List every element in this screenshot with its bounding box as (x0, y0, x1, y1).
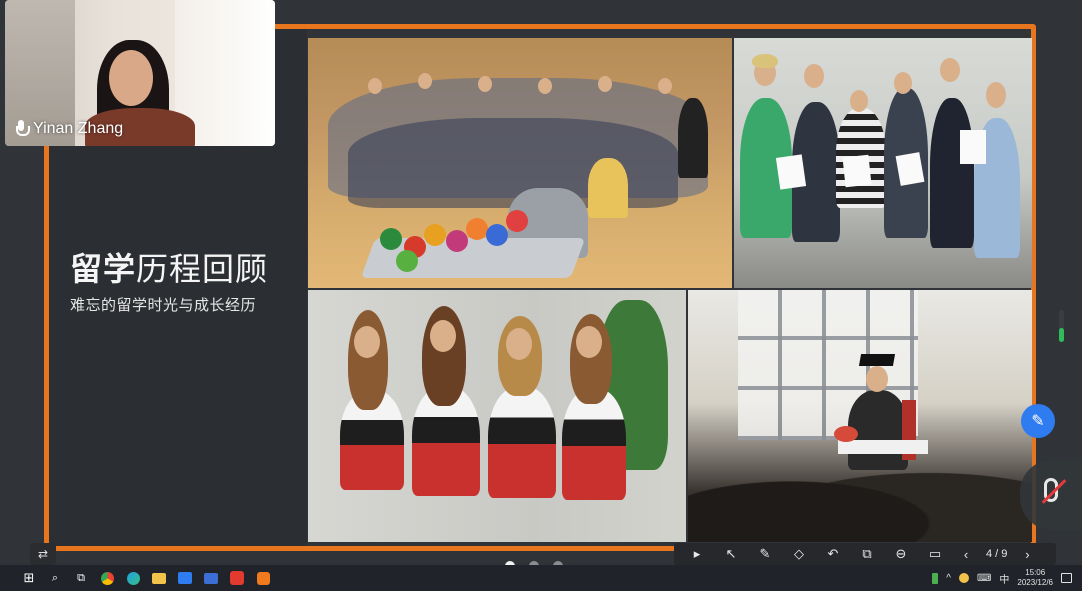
participant-video-tile[interactable]: Yinan Zhang (5, 0, 275, 146)
battery-icon[interactable] (932, 572, 939, 584)
tray-arrow-icon[interactable]: ^ (946, 573, 951, 584)
photo-certificate-group (734, 38, 1032, 288)
notification-app-icon[interactable] (958, 573, 969, 583)
media-player-icon[interactable] (252, 570, 274, 586)
pointer-icon[interactable]: ↖ (714, 546, 748, 562)
presentation-toolbar: ▸ ↖ ✎ ◇ ↶ ⧉ ⊖ ▭ ‹ 4 / 9 › (674, 543, 1056, 565)
photo-dirndl-group (308, 290, 686, 542)
clock-date: 2023/12/6 (1017, 578, 1053, 587)
zoom-out-icon[interactable]: ⊖ (884, 546, 918, 562)
mute-microphone-button[interactable] (1020, 460, 1082, 530)
play-icon[interactable]: ▸ (680, 546, 714, 562)
slide-title: 留学历程回顾 (70, 244, 268, 290)
screen-icon[interactable]: ▭ (918, 546, 952, 562)
eraser-icon[interactable]: ◇ (782, 546, 816, 562)
photo-bowling-group (308, 38, 732, 288)
chrome-icon[interactable] (96, 570, 118, 586)
meeting-stage: 留学历程回顾 难忘的留学时光与成长经历 Yinan Zhang ✎ ⇄ ▸ ↖ … (0, 0, 1082, 571)
slide-title-bold: 留学 (70, 250, 137, 288)
undo-icon[interactable]: ↶ (816, 546, 850, 562)
wps-icon[interactable] (226, 570, 248, 586)
photos-icon[interactable] (174, 570, 196, 586)
pen-tool-icon[interactable]: ✎ (748, 546, 782, 562)
mail-icon[interactable] (200, 570, 222, 586)
next-slide-button[interactable]: › (1019, 547, 1035, 562)
swap-icon: ⇄ (37, 547, 49, 561)
pen-icon: ✎ (1031, 413, 1045, 430)
windows-taskbar: ⊞ ⌕ ⧉ ^ ⌨ 中 15:06 2023/12/6 (0, 565, 1082, 591)
task-view-icon[interactable]: ⧉ (70, 570, 92, 586)
system-clock[interactable]: 15:06 2023/12/6 (1017, 568, 1053, 588)
participant-name: Yinan Zhang (33, 120, 124, 137)
keyboard-icon[interactable]: ⌨ (977, 573, 991, 584)
slide-page-indicator: 4 / 9 (986, 548, 1008, 560)
input-method-icon[interactable]: 中 (999, 571, 1009, 586)
slide-title-rest: 历程回顾 (136, 250, 269, 288)
audio-level-indicator (1059, 310, 1064, 342)
participant-face (109, 50, 153, 106)
system-tray: ^ ⌨ 中 15:06 2023/12/6 (932, 565, 1072, 591)
start-icon[interactable]: ⊞ (18, 570, 40, 586)
photo-graduation-speech (688, 290, 1032, 542)
annotate-button[interactable]: ✎ (1021, 404, 1055, 438)
microphone-icon (15, 120, 30, 138)
clock-time: 15:06 (1025, 568, 1046, 577)
copy-icon[interactable]: ⧉ (850, 546, 884, 562)
swap-view-button[interactable]: ⇄ (30, 543, 56, 565)
slide-pager: ‹ 4 / 9 › (958, 547, 1035, 562)
slide-subtitle: 难忘的留学时光与成长经历 (70, 296, 257, 314)
participant-name-label: Yinan Zhang (15, 120, 123, 138)
file-explorer-icon[interactable] (148, 570, 170, 586)
search-icon[interactable]: ⌕ (44, 570, 66, 586)
notifications-icon[interactable] (1061, 573, 1072, 583)
edge-icon[interactable] (122, 570, 144, 586)
prev-slide-button[interactable]: ‹ (958, 547, 974, 562)
